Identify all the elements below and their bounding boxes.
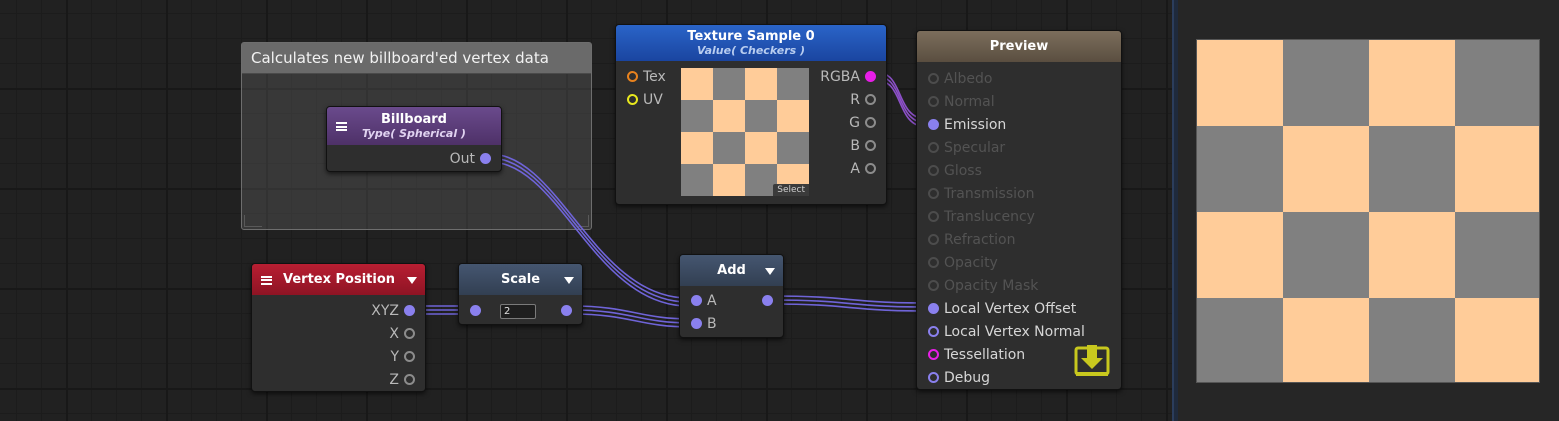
chevron-down-icon[interactable] — [564, 276, 574, 284]
preview-input-port[interactable] — [928, 326, 939, 337]
scale-node[interactable]: Scale 2 — [458, 263, 583, 325]
preview-node-header[interactable]: Preview — [917, 31, 1121, 62]
uv-input-port[interactable] — [627, 94, 638, 105]
z-output-port[interactable] — [404, 374, 415, 385]
preview-input-label: Opacity — [944, 255, 998, 271]
preview-input-port[interactable] — [928, 280, 939, 291]
billboard-subtitle: Type( Spherical ) — [362, 127, 466, 140]
preview-input-port[interactable] — [928, 257, 939, 268]
material-preview-image — [1196, 39, 1540, 383]
texture-preview-thumbnail: Select — [681, 68, 809, 196]
billboard-node[interactable]: Billboard Type( Spherical ) Out — [326, 106, 502, 172]
scale-title: Scale — [500, 272, 541, 287]
preview-input-port[interactable] — [928, 188, 939, 199]
preview-input-label: Transmission — [944, 186, 1035, 202]
scale-value-input[interactable]: 2 — [500, 304, 536, 319]
preview-input-label: Tessellation — [944, 347, 1026, 363]
y-output-label: Y — [390, 349, 399, 365]
preview-input-port[interactable] — [928, 119, 939, 130]
menu-icon[interactable] — [336, 122, 347, 131]
x-output-port[interactable] — [404, 328, 415, 339]
menu-icon[interactable] — [261, 275, 272, 285]
preview-input-label: Normal — [944, 94, 995, 110]
billboard-title: Billboard — [380, 112, 447, 127]
add-b-input-port[interactable] — [691, 318, 702, 329]
b-output-port[interactable] — [865, 140, 876, 151]
preview-input-port[interactable] — [928, 73, 939, 84]
texture-select-button[interactable]: Select — [773, 184, 809, 196]
comment-resize-handle-left[interactable] — [244, 215, 262, 227]
b-output-label: B — [850, 138, 860, 154]
preview-input-port[interactable] — [928, 372, 939, 383]
scale-input-port[interactable] — [470, 305, 481, 316]
preview-output-node[interactable]: Preview Albedo Normal Emission Specular Glos… — [916, 30, 1122, 390]
preview-input-port[interactable] — [928, 142, 939, 153]
save-download-icon[interactable] — [1073, 345, 1111, 379]
xyz-output-label: XYZ — [371, 303, 399, 319]
add-b-label: B — [707, 316, 717, 332]
tex-input-port[interactable] — [627, 71, 638, 82]
rgba-output-label: RGBA — [820, 69, 860, 85]
add-node-header[interactable]: Add — [680, 255, 783, 286]
add-a-input-port[interactable] — [691, 295, 702, 306]
add-title: Add — [717, 263, 746, 278]
comment-resize-handle-right[interactable] — [577, 215, 589, 227]
chevron-down-icon[interactable] — [407, 276, 417, 284]
g-output-port[interactable] — [865, 117, 876, 128]
preview-input-port[interactable] — [928, 349, 939, 360]
billboard-out-label: Out — [449, 151, 475, 167]
preview-input-label: Refraction — [944, 232, 1016, 248]
vertex-position-node[interactable]: Vertex Position XYZ X Y Z — [251, 263, 426, 392]
scale-node-header[interactable]: Scale — [459, 264, 582, 295]
preview-input-label: Translucency — [944, 209, 1035, 225]
wire-scale-to-add-b — [571, 305, 691, 320]
preview-input-label: Gloss — [944, 163, 982, 179]
billboard-out-port[interactable] — [480, 153, 491, 164]
a-output-label: A — [850, 161, 860, 177]
wire-add-to-vertex-offset — [771, 295, 928, 304]
preview-title: Preview — [989, 39, 1049, 54]
a-output-port[interactable] — [865, 163, 876, 174]
y-output-port[interactable] — [404, 351, 415, 362]
preview-input-port[interactable] — [928, 234, 939, 245]
preview-input-label: Opacity Mask — [944, 278, 1039, 294]
texture-node-header[interactable]: Texture Sample 0 Value( Checkers ) — [616, 25, 886, 61]
xyz-output-port[interactable] — [404, 305, 415, 316]
x-output-label: X — [389, 326, 399, 342]
comment-title[interactable]: Calculates new billboard'ed vertex data — [242, 43, 591, 74]
preview-input-label: Local Vertex Offset — [944, 301, 1077, 317]
texture-subtitle: Value( Checkers ) — [696, 44, 806, 57]
r-output-port[interactable] — [865, 94, 876, 105]
preview-input-port[interactable] — [928, 303, 939, 314]
texture-sample-node[interactable]: Texture Sample 0 Value( Checkers ) Tex U… — [615, 24, 887, 205]
preview-input-label: Specular — [944, 140, 1006, 156]
preview-input-port[interactable] — [928, 165, 939, 176]
texture-title: Texture Sample 0 — [687, 29, 815, 44]
preview-input-label: Local Vertex Normal — [944, 324, 1085, 340]
chevron-down-icon[interactable] — [765, 267, 775, 275]
g-output-label: G — [849, 115, 860, 131]
vertex-title: Vertex Position — [283, 272, 396, 287]
preview-input-label: Emission — [944, 117, 1007, 133]
add-output-port[interactable] — [762, 295, 773, 306]
z-output-label: Z — [389, 372, 399, 388]
scale-output-port[interactable] — [561, 305, 572, 316]
r-output-label: R — [850, 92, 860, 108]
preview-input-label: Albedo — [944, 71, 993, 87]
node-graph-canvas[interactable]: Calculates new billboard'ed vertex data — [0, 0, 1172, 421]
uv-input-label: UV — [643, 92, 663, 108]
tex-input-label: Tex — [643, 69, 666, 85]
rgba-output-port[interactable] — [865, 71, 876, 82]
preview-input-label: Debug — [944, 370, 991, 386]
billboard-node-header[interactable]: Billboard Type( Spherical ) — [327, 107, 501, 145]
add-node[interactable]: Add A B — [679, 254, 784, 338]
preview-input-port[interactable] — [928, 96, 939, 107]
vertex-node-header[interactable]: Vertex Position — [252, 264, 425, 295]
add-a-label: A — [707, 293, 717, 309]
preview-input-port[interactable] — [928, 211, 939, 222]
